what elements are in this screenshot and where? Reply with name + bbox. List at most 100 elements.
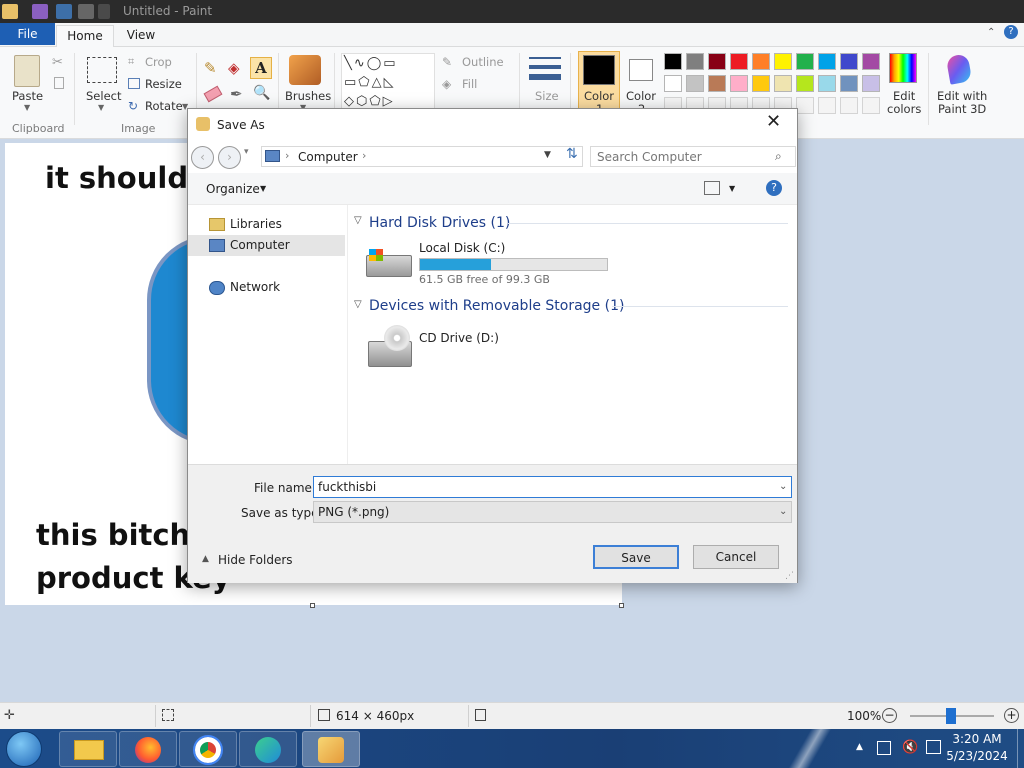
text-tool-icon[interactable]: A xyxy=(250,57,272,79)
tab-home[interactable]: Home xyxy=(56,25,114,48)
search-icon[interactable]: ⌕ xyxy=(775,149,782,164)
rotate-button[interactable]: Rotate xyxy=(145,99,183,113)
save-quick-icon[interactable] xyxy=(32,4,48,19)
redo-quick-icon[interactable] xyxy=(78,4,94,19)
palette-swatch[interactable] xyxy=(752,75,770,92)
palette-swatch[interactable] xyxy=(730,75,748,92)
outline-button[interactable]: Outline xyxy=(462,55,504,69)
save-button[interactable]: Save xyxy=(593,545,679,569)
collapse-removable-icon[interactable]: ▽ xyxy=(354,299,362,310)
palette-swatch[interactable] xyxy=(774,75,792,92)
brushes-icon[interactable] xyxy=(289,55,321,85)
view-dropdown-icon[interactable]: ▼ xyxy=(729,184,735,193)
resize-handle-corner[interactable] xyxy=(619,603,624,608)
palette-swatch[interactable] xyxy=(818,53,836,70)
paste-button[interactable]: Paste xyxy=(12,89,43,103)
tab-view[interactable]: View xyxy=(120,25,162,47)
removable-section-title[interactable]: Devices with Removable Storage (1) xyxy=(369,298,624,314)
palette-swatch[interactable] xyxy=(708,53,726,70)
palette-swatch[interactable] xyxy=(774,53,792,70)
resize-grip-icon[interactable]: ⋰ xyxy=(785,571,794,581)
taskbar-time[interactable]: 3:20 AM xyxy=(949,732,1005,746)
pencil-icon[interactable]: ✎ xyxy=(204,59,217,77)
back-button[interactable]: ‹ xyxy=(191,146,214,169)
palette-swatch[interactable] xyxy=(708,75,726,92)
palette-swatch[interactable] xyxy=(686,75,704,92)
rotate-icon[interactable]: ↻ xyxy=(128,99,138,113)
show-desktop-button[interactable] xyxy=(1017,729,1024,768)
customize-quick-access-icon[interactable] xyxy=(98,4,110,19)
tab-file[interactable]: File xyxy=(0,23,55,45)
dialog-help-icon[interactable]: ? xyxy=(766,180,782,196)
save-type-dropdown-icon[interactable]: ⌄ xyxy=(779,506,787,517)
cancel-button[interactable]: Cancel xyxy=(693,545,779,569)
palette-swatch[interactable] xyxy=(686,53,704,70)
taskbar-edge[interactable] xyxy=(239,731,297,767)
cd-drive-name[interactable]: CD Drive (D:) xyxy=(419,331,499,345)
organize-dropdown-icon[interactable]: ▼ xyxy=(260,184,266,193)
nav-libraries[interactable]: Libraries xyxy=(230,217,282,231)
file-name-input[interactable]: fuckthisbi ⌄ xyxy=(313,476,792,498)
size-button[interactable]: Size xyxy=(535,89,559,103)
address-computer[interactable]: Computer xyxy=(298,150,358,164)
nav-computer[interactable]: Computer xyxy=(230,238,290,252)
palette-swatch[interactable] xyxy=(818,75,836,92)
zoom-in-button[interactable]: + xyxy=(1004,708,1019,723)
palette-swatch[interactable] xyxy=(862,53,880,70)
hdd-section-title[interactable]: Hard Disk Drives (1) xyxy=(369,215,510,231)
taskbar-date[interactable]: 5/23/2024 xyxy=(946,749,1008,763)
forward-button[interactable]: › xyxy=(218,146,241,169)
resize-handle-bottom[interactable] xyxy=(310,603,315,608)
paint3d-icon[interactable] xyxy=(945,53,973,85)
color2-label[interactable]: Color xyxy=(626,89,656,103)
dialog-close-icon[interactable]: ✕ xyxy=(766,111,781,132)
show-hidden-icons-icon[interactable]: ▲ xyxy=(856,742,863,752)
network-icon[interactable] xyxy=(926,740,941,754)
taskbar-firefox[interactable] xyxy=(119,731,177,767)
edit-colors-line2[interactable]: colors xyxy=(887,102,921,116)
local-disk-name[interactable]: Local Disk (C:) xyxy=(419,241,505,255)
magnifier-icon[interactable]: 🔍 xyxy=(253,85,270,101)
palette-swatch-empty[interactable] xyxy=(796,97,814,114)
color-picker-icon[interactable]: ✒ xyxy=(230,85,243,103)
fill-bucket-icon[interactable]: ◈ xyxy=(228,59,240,77)
palette-swatch[interactable] xyxy=(862,75,880,92)
taskbar-chrome[interactable] xyxy=(179,731,237,767)
color2-swatch[interactable] xyxy=(629,59,653,81)
fill-icon[interactable]: ◈ xyxy=(442,77,451,91)
save-type-select[interactable]: PNG (*.png) ⌄ xyxy=(313,501,792,523)
collapse-hdd-icon[interactable]: ▽ xyxy=(354,215,362,226)
hide-folders-icon[interactable]: ▲ xyxy=(202,554,209,564)
paste-icon[interactable] xyxy=(14,55,40,87)
edit-colors-line1[interactable]: Edit xyxy=(893,89,915,103)
palette-swatch[interactable] xyxy=(664,53,682,70)
save-type-value[interactable]: PNG (*.png) xyxy=(318,505,389,519)
search-box[interactable]: Search Computer ⌕ xyxy=(590,146,796,167)
palette-swatch[interactable] xyxy=(664,75,682,92)
taskbar-paint[interactable] xyxy=(302,731,360,767)
resize-icon[interactable] xyxy=(128,78,140,89)
zoom-slider-thumb[interactable] xyxy=(946,708,956,724)
address-bar[interactable]: › Computer › ▼ xyxy=(261,146,583,167)
hide-folders-button[interactable]: Hide Folders xyxy=(218,553,293,567)
palette-swatch[interactable] xyxy=(796,53,814,70)
crop-button[interactable]: Crop xyxy=(145,55,172,69)
palette-swatch[interactable] xyxy=(840,75,858,92)
zoom-out-button[interactable]: − xyxy=(882,708,897,723)
breadcrumb-arrow-icon[interactable]: › xyxy=(362,149,366,162)
search-placeholder[interactable]: Search Computer xyxy=(597,150,702,164)
copy-icon[interactable] xyxy=(54,77,64,89)
eraser-icon[interactable] xyxy=(203,85,223,103)
help-icon[interactable]: ? xyxy=(1004,25,1018,39)
action-center-icon[interactable] xyxy=(877,741,891,755)
palette-swatch[interactable] xyxy=(840,53,858,70)
shapes-gallery[interactable]: ╲∿◯▭ ▭⬠△◺ ◇⬡⬠▷ xyxy=(341,53,435,111)
recent-locations-icon[interactable]: ▾ xyxy=(244,147,249,157)
file-name-value[interactable]: fuckthisbi xyxy=(318,480,376,494)
palette-swatch[interactable] xyxy=(796,75,814,92)
palette-swatch-empty[interactable] xyxy=(840,97,858,114)
select-button[interactable]: Select xyxy=(86,89,121,103)
edit-colors-icon[interactable] xyxy=(889,53,917,83)
select-icon[interactable] xyxy=(87,57,117,83)
palette-swatch-empty[interactable] xyxy=(862,97,880,114)
